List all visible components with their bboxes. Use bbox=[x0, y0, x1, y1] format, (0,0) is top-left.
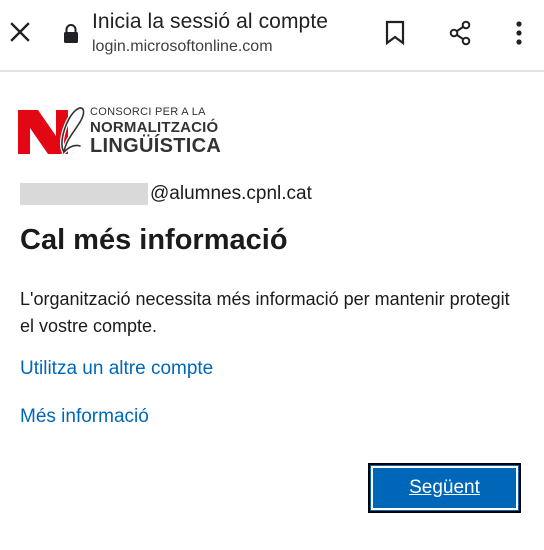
share-button[interactable] bbox=[445, 18, 475, 48]
close-icon bbox=[10, 22, 30, 42]
bookmark-button[interactable] bbox=[380, 18, 410, 48]
browser-toolbar: Inicia la sessió al compte login.microso… bbox=[0, 0, 544, 72]
more-vert-icon bbox=[516, 21, 522, 45]
bookmark-icon bbox=[385, 20, 405, 46]
use-another-account-link[interactable]: Utilitza un altre compte bbox=[20, 358, 213, 380]
close-button[interactable] bbox=[6, 18, 34, 46]
more-menu-button[interactable] bbox=[504, 18, 534, 48]
logo-text-line1: CONSORCI PER A LA bbox=[90, 106, 206, 118]
lock-icon bbox=[64, 24, 78, 43]
next-button[interactable]: Següent bbox=[368, 463, 521, 513]
logo-mark bbox=[18, 105, 86, 154]
logo-text-line2: NORMALITZACIÓ bbox=[90, 119, 219, 136]
page-title: Inicia la sessió al compte bbox=[92, 10, 329, 33]
logo-text-line3: LINGÜÍSTICA bbox=[90, 135, 222, 157]
email-domain: @alumnes.cpnl.cat bbox=[150, 183, 312, 204]
more-info-link[interactable]: Més informació bbox=[20, 406, 149, 428]
email-redaction bbox=[20, 183, 148, 205]
cpnl-logo: CONSORCI PER A LA NORMALITZACIÓ LINGÜÍST… bbox=[18, 102, 222, 158]
sign-in-panel: CONSORCI PER A LA NORMALITZACIÓ LINGÜÍST… bbox=[0, 74, 544, 550]
account-email: @alumnes.cpnl.cat bbox=[20, 182, 312, 206]
info-description: L'organització necessita més informació … bbox=[20, 289, 510, 336]
page-heading: Cal més informació bbox=[20, 224, 288, 256]
share-icon bbox=[449, 20, 471, 46]
page-url[interactable]: login.microsoftonline.com bbox=[92, 38, 273, 56]
